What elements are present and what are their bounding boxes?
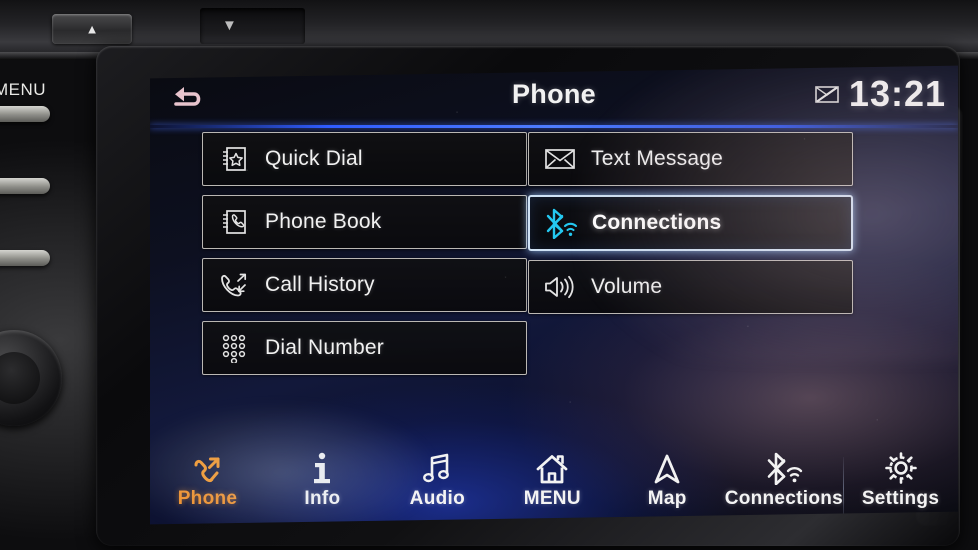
nav-item-label: Map bbox=[647, 488, 687, 509]
bottom-nav-bar: Phone Info Audio MENU Map Connections Se… bbox=[150, 432, 958, 518]
nav-item-phone[interactable]: Phone bbox=[150, 449, 265, 518]
nav-item-label: MENU bbox=[523, 488, 581, 509]
hardkey-menu-label: MENU bbox=[0, 80, 47, 99]
menu-item-call-history[interactable]: Call History bbox=[202, 258, 527, 312]
header-divider bbox=[150, 125, 958, 128]
music-note-icon bbox=[422, 449, 452, 485]
menu-grid: Quick Dial Phone Book Call History Dial … bbox=[150, 132, 958, 432]
menu-item-dial-number[interactable]: Dial Number bbox=[202, 321, 527, 375]
nav-item-label: Info bbox=[304, 488, 341, 509]
menu-item-label: Phone Book bbox=[265, 210, 382, 233]
screen-header: Phone 13:21 bbox=[150, 72, 958, 124]
nav-item-label: Settings bbox=[861, 488, 940, 509]
menu-item-connections[interactable]: Connections bbox=[528, 195, 853, 251]
nav-item-audio[interactable]: Audio bbox=[380, 449, 495, 518]
speaker-icon bbox=[529, 274, 591, 300]
status-area: 13:21 bbox=[814, 73, 946, 114]
keypad-icon bbox=[203, 333, 265, 363]
message-muted-icon bbox=[815, 86, 839, 103]
envelope-icon bbox=[529, 147, 591, 171]
menu-item-quick-dial[interactable]: Quick Dial bbox=[202, 132, 527, 186]
slot-arrow-icon: ▼ bbox=[222, 17, 237, 34]
hardkey-1[interactable] bbox=[0, 106, 50, 122]
bluetooth-wifi-icon bbox=[763, 449, 805, 485]
nav-item-label: Audio bbox=[409, 488, 465, 509]
phone-handset-icon bbox=[191, 449, 223, 485]
gear-icon bbox=[884, 449, 918, 485]
menu-item-label: Connections bbox=[592, 211, 722, 234]
car-dashboard: ▲ ▼ MENU Phone 13:21 Quick Dial Phone Bo… bbox=[0, 0, 978, 550]
nav-item-settings[interactable]: Settings bbox=[843, 449, 958, 518]
menu-item-volume[interactable]: Volume bbox=[528, 260, 853, 314]
menu-column-left: Quick Dial Phone Book Call History Dial … bbox=[202, 132, 527, 384]
nav-item-menu[interactable]: MENU bbox=[495, 449, 610, 518]
menu-item-label: Quick Dial bbox=[265, 147, 363, 170]
info-icon bbox=[311, 449, 333, 485]
nav-item-info[interactable]: Info bbox=[265, 449, 380, 518]
nav-item-label: Phone bbox=[177, 488, 238, 509]
menu-item-label: Text Message bbox=[591, 147, 723, 170]
nav-item-map[interactable]: Map bbox=[610, 449, 725, 518]
quick-dial-icon bbox=[203, 145, 265, 173]
eject-button[interactable]: ▲ bbox=[52, 14, 132, 44]
phone-book-icon bbox=[203, 208, 265, 236]
home-icon bbox=[535, 449, 569, 485]
hardkey-3[interactable] bbox=[0, 250, 50, 266]
nav-item-label: Connections bbox=[724, 488, 844, 509]
bluetooth-wifi-icon bbox=[530, 207, 592, 239]
media-slot[interactable]: ▼ bbox=[200, 8, 305, 44]
menu-item-label: Volume bbox=[591, 275, 663, 298]
menu-item-text-message[interactable]: Text Message bbox=[528, 132, 853, 186]
menu-item-label: Dial Number bbox=[265, 336, 384, 359]
call-history-icon bbox=[203, 271, 265, 299]
hardkey-2[interactable] bbox=[0, 178, 50, 194]
clock: 13:21 bbox=[848, 73, 946, 114]
menu-item-label: Call History bbox=[265, 273, 375, 296]
eject-icon: ▲ bbox=[85, 21, 99, 37]
infotainment-screen: Phone 13:21 Quick Dial Phone Book Call H… bbox=[150, 65, 958, 525]
navigation-arrow-icon bbox=[653, 449, 681, 485]
menu-item-phone-book[interactable]: Phone Book bbox=[202, 195, 527, 249]
nav-item-connections[interactable]: Connections bbox=[725, 449, 843, 518]
menu-column-right: Text Message Connections Volume bbox=[528, 132, 853, 323]
